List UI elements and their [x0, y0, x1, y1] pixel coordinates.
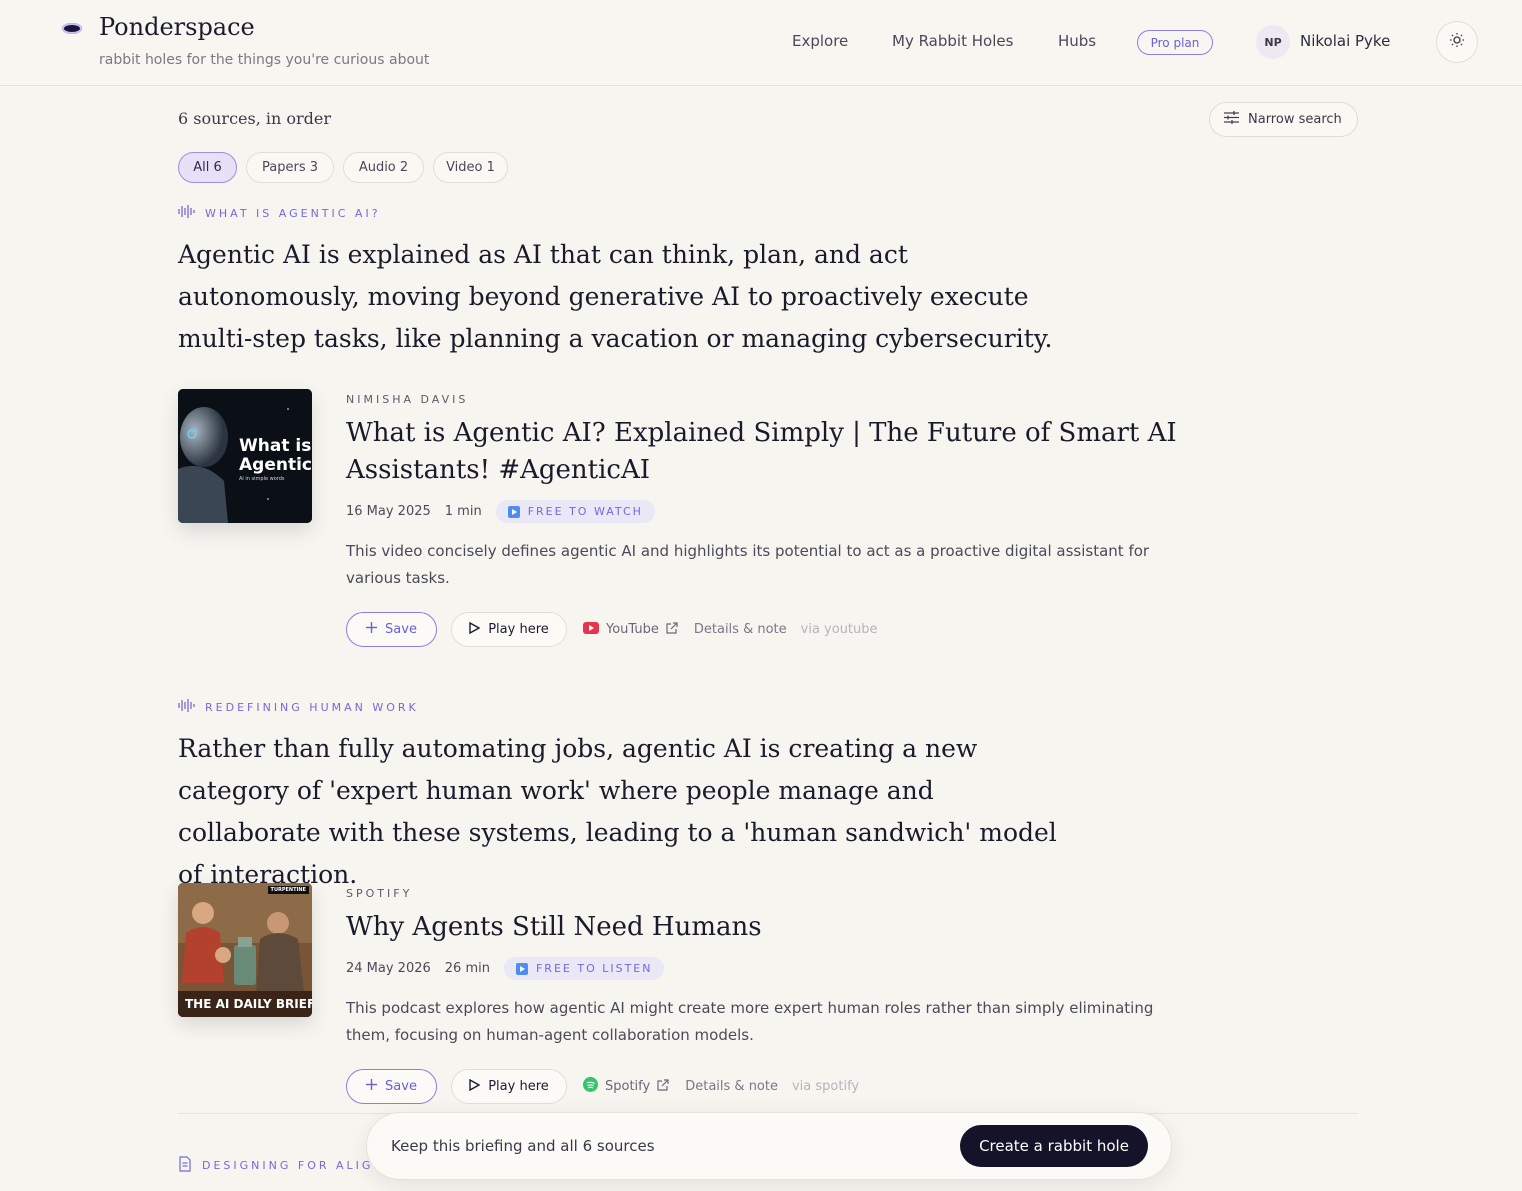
filter-chip-papers[interactable]: Papers 3	[246, 152, 334, 183]
platform-link-youtube[interactable]: YouTube	[583, 621, 678, 638]
source-duration: 26 min	[444, 961, 490, 976]
section-eyebrow: REDEFINING HUMAN WORK	[178, 699, 419, 715]
source-name: SPOTIFY	[346, 887, 413, 900]
filter-chip-video[interactable]: Video 1	[433, 152, 508, 183]
via-label: via spotify	[791, 1079, 860, 1094]
waveform-icon	[178, 699, 195, 715]
play-here-button[interactable]: Play here	[451, 1069, 567, 1104]
podcast-cover-title: THE AI DAILY BRIEF	[185, 997, 312, 1011]
nav-hubs[interactable]: Hubs	[1058, 32, 1096, 50]
plus-icon	[366, 622, 378, 637]
youtube-icon	[583, 621, 599, 638]
thumbnail-subtitle: Ai in simple words	[239, 476, 285, 482]
thumbnail-title-line-1: What is	[239, 436, 312, 456]
source-title[interactable]: Why Agents Still Need Humans	[346, 909, 1266, 946]
brand-tagline: rabbit holes for the things you're curio…	[99, 52, 430, 68]
access-badge-label: FREE TO WATCH	[527, 505, 643, 518]
section-eyebrow-label: DESIGNING FOR ALIG	[202, 1159, 374, 1172]
create-rabbit-hole-button[interactable]: Create a rabbit hole	[960, 1125, 1148, 1167]
narrow-search-label: Narrow search	[1248, 112, 1342, 127]
nav-my-rabbit-holes[interactable]: My Rabbit Holes	[892, 32, 1013, 50]
podcast-thumbnail[interactable]: TURPENTINE THE AI DAILY BRIEF	[178, 883, 312, 1017]
via-label: via youtube	[800, 622, 878, 637]
section-eyebrow: DESIGNING FOR ALIG	[178, 1156, 373, 1175]
app-header: Ponderspace rabbit holes for the things …	[0, 0, 1522, 86]
sun-icon	[1449, 32, 1465, 52]
save-button[interactable]: Save	[346, 1069, 437, 1104]
document-icon	[178, 1156, 192, 1175]
filter-chip-audio[interactable]: Audio 2	[343, 152, 424, 183]
section-summary: Agentic AI is explained as AI that can t…	[178, 240, 1053, 353]
play-here-button[interactable]: Play here	[451, 612, 567, 647]
details-note-link[interactable]: Details & note	[685, 1079, 778, 1094]
save-button[interactable]: Save	[346, 612, 437, 647]
source-description: This video concisely defines agentic AI …	[346, 542, 1150, 587]
source-date: 24 May 2026	[346, 961, 431, 976]
save-label: Save	[385, 1079, 417, 1094]
narrow-search-button[interactable]: Narrow search	[1209, 102, 1358, 137]
nav-explore[interactable]: Explore	[792, 32, 848, 50]
logo-icon[interactable]	[62, 23, 82, 34]
avatar[interactable]: NP	[1256, 25, 1290, 59]
source-meta: 24 May 2026 26 min FREE TO LISTEN	[346, 957, 665, 980]
source-description: This podcast explores how agentic AI mig…	[346, 999, 1154, 1044]
play-here-label: Play here	[488, 622, 549, 637]
access-badge: FREE TO WATCH	[495, 500, 655, 523]
publisher-tag: TURPENTINE	[267, 886, 309, 894]
source-count: 6 sources, in order	[178, 109, 332, 128]
video-thumbnail[interactable]: What is Agentic Ai in simple words	[178, 389, 312, 523]
play-badge-icon	[515, 962, 528, 975]
access-badge-label: FREE TO LISTEN	[535, 962, 653, 975]
source-title[interactable]: What is Agentic AI? Explained Simply | T…	[346, 415, 1266, 489]
source-date: 16 May 2025	[346, 504, 431, 519]
platform-link-spotify[interactable]: Spotify	[583, 1077, 669, 1096]
play-badge-icon	[507, 505, 520, 518]
banner-text: Keep this briefing and all 6 sources	[391, 1137, 655, 1155]
source-actions: Save Play here Spotify Details & note vi…	[346, 1069, 859, 1104]
play-here-label: Play here	[488, 1079, 549, 1094]
plus-icon	[366, 1079, 378, 1094]
save-briefing-banner: Keep this briefing and all 6 sources Cre…	[366, 1112, 1172, 1180]
sliders-icon	[1224, 111, 1239, 128]
spotify-icon	[583, 1077, 598, 1096]
platform-label: YouTube	[606, 622, 659, 637]
source-duration: 1 min	[444, 504, 482, 519]
access-badge: FREE TO LISTEN	[503, 957, 665, 980]
source-actions: Save Play here YouTube Details & note vi…	[346, 612, 878, 647]
thumbnail-title-line-2: Agentic	[239, 455, 312, 475]
source-name: NIMISHA DAVIS	[346, 393, 469, 406]
waveform-icon	[178, 205, 195, 221]
section-eyebrow: WHAT IS AGENTIC AI?	[178, 205, 381, 221]
section-eyebrow-label: REDEFINING HUMAN WORK	[205, 700, 419, 714]
filter-chip-all[interactable]: All 6	[178, 152, 237, 183]
user-name[interactable]: Nikolai Pyke	[1300, 32, 1390, 50]
brand-name[interactable]: Ponderspace	[99, 13, 255, 41]
pro-plan-badge[interactable]: Pro plan	[1137, 30, 1213, 55]
external-link-icon	[657, 1078, 669, 1095]
details-note-link[interactable]: Details & note	[694, 622, 787, 637]
source-meta: 16 May 2025 1 min FREE TO WATCH	[346, 500, 655, 523]
play-icon	[469, 1078, 481, 1095]
external-link-icon	[666, 621, 678, 638]
platform-label: Spotify	[605, 1079, 651, 1094]
play-icon	[469, 621, 481, 638]
theme-toggle-button[interactable]	[1436, 21, 1478, 63]
section-summary: Rather than fully automating jobs, agent…	[178, 734, 1057, 889]
save-label: Save	[385, 622, 417, 637]
section-eyebrow-label: WHAT IS AGENTIC AI?	[205, 206, 381, 220]
